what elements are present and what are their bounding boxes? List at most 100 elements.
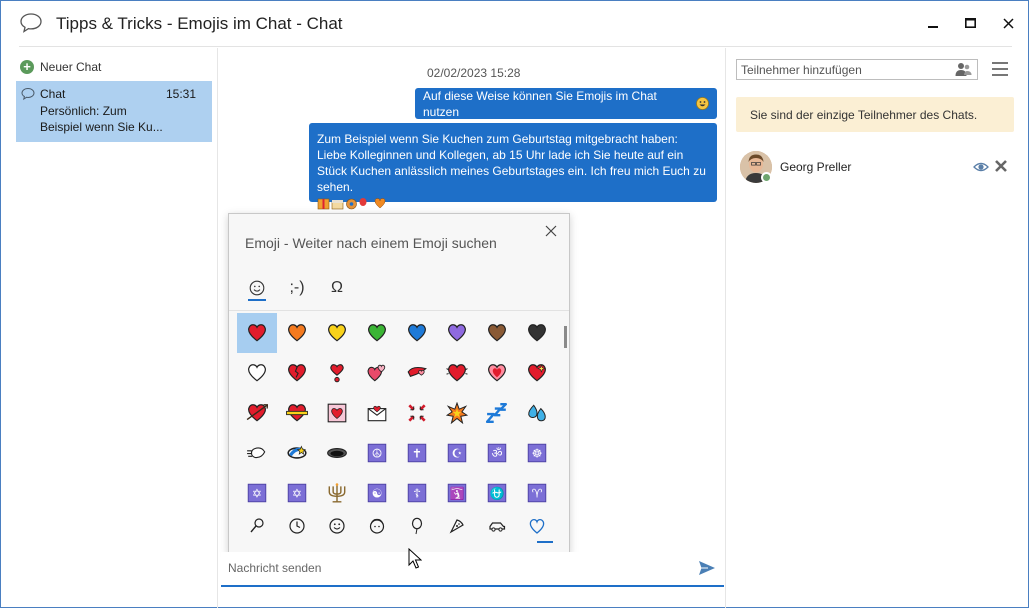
emoji-dotted-six-pointed-star[interactable]: ✡ [277, 473, 317, 507]
composer-focus-line [221, 585, 724, 587]
emoji-sweat-droplets[interactable] [517, 393, 553, 433]
emoji-blue-heart[interactable] [397, 313, 437, 353]
presence-status-badge [761, 172, 772, 183]
emoji-aries[interactable]: ♈ [517, 473, 553, 507]
chat-item-preview-line2: Beispiel wenn Sie Ku... [40, 120, 163, 134]
food-icon [449, 519, 464, 534]
emoji-heart-with-arrow[interactable] [237, 393, 277, 433]
emoji-red-heart[interactable] [237, 313, 277, 353]
blue-heart-icon [408, 324, 426, 342]
heart-decoration-icon [327, 403, 347, 423]
eye-icon[interactable] [973, 160, 989, 174]
category-search[interactable] [237, 512, 277, 540]
emoji-brown-heart[interactable] [477, 313, 517, 353]
growing-heart-icon [488, 364, 506, 382]
category-vehicle[interactable] [477, 512, 517, 540]
category-heart[interactable] [517, 512, 557, 540]
remove-icon[interactable] [994, 159, 1008, 173]
close-button[interactable] [990, 9, 1026, 37]
category-people[interactable] [357, 512, 397, 540]
chat-list-item[interactable]: Chat 15:31 Persönlich: Zum Beispiel wenn… [16, 81, 212, 142]
emoji-sparkling-heart[interactable] [517, 353, 553, 393]
red-heart-icon [248, 324, 266, 342]
send-icon[interactable] [698, 560, 716, 576]
emoji-star-of-david[interactable]: ✡ [237, 473, 277, 507]
category-smileys[interactable] [317, 512, 357, 540]
minimize-button[interactable] [915, 9, 951, 37]
message-input[interactable] [228, 558, 688, 578]
divider [217, 48, 218, 608]
emoji-om[interactable]: ॐ [477, 433, 517, 473]
emoji-place-of-worship[interactable]: 🛐 [437, 473, 477, 507]
svg-text:☦: ☦ [413, 487, 421, 501]
peace-symbol-icon: ☮ [367, 443, 387, 463]
emoji-latin-cross[interactable]: ✝ [397, 433, 437, 473]
emoji-hole[interactable] [317, 433, 357, 473]
emoji-zzz[interactable] [477, 393, 517, 433]
dotted-six-pointed-star-icon: ✡ [287, 483, 307, 503]
emoji-heart-with-ribbon[interactable] [277, 393, 317, 433]
divider [725, 48, 726, 608]
tab-symbols[interactable]: Ω [319, 270, 355, 306]
orthodox-cross-icon: ☦ [407, 483, 427, 503]
emoji-category-bar [237, 512, 553, 546]
emoji-white-heart[interactable] [237, 353, 277, 393]
chat-bubble-icon [21, 87, 35, 101]
category-recent[interactable] [277, 512, 317, 540]
new-chat-button[interactable]: + Neuer Chat [20, 58, 101, 76]
emoji-orange-heart[interactable] [277, 313, 317, 353]
emoji-black-heart[interactable] [517, 313, 553, 353]
chat-list-panel: + Neuer Chat Chat 15:31 Persönlich: Zum … [15, 53, 213, 608]
svg-text:☯: ☯ [372, 487, 383, 501]
maximize-button[interactable] [952, 9, 988, 37]
emoji-yin-yang[interactable]: ☯ [357, 473, 397, 507]
dizzy-icon [287, 445, 307, 459]
emoji-search-prompt[interactable]: Emoji - Weiter nach einem Emoji suchen [245, 235, 497, 251]
emoji-ophiuchus[interactable]: ⛎ [477, 473, 517, 507]
emoji-heart-decoration[interactable] [317, 393, 357, 433]
emoji-broken-heart[interactable] [277, 353, 317, 393]
close-icon[interactable] [543, 223, 559, 239]
emoji-heart-exclamation[interactable] [317, 353, 357, 393]
emoji-growing-heart[interactable] [477, 353, 517, 393]
emoji-dizzy[interactable] [277, 433, 317, 473]
purple-heart-icon [448, 324, 466, 342]
emoji-green-heart[interactable] [357, 313, 397, 353]
minimize-icon [928, 26, 938, 28]
tab-kaomoji[interactable]: ;-) [279, 270, 315, 306]
emoji-collision[interactable] [437, 393, 477, 433]
emoji-two-hearts[interactable] [357, 353, 397, 393]
category-balloon[interactable] [397, 512, 437, 540]
emoji-yellow-heart[interactable] [317, 313, 357, 353]
emoji-menorah[interactable] [317, 473, 357, 507]
scrollbar-thumb[interactable] [564, 326, 567, 348]
emoji-anger-symbol[interactable] [397, 393, 437, 433]
star-of-david-icon: ✡ [247, 483, 267, 503]
emoji-dashing-away[interactable] [237, 433, 277, 473]
message-text: Zum Beispiel wenn Sie Kuchen zum Geburts… [317, 132, 706, 194]
star-and-crescent-icon: ☪ [447, 443, 467, 463]
chat-item-name: Chat [40, 87, 66, 101]
search-icon [250, 518, 264, 533]
emoji-beating-heart[interactable] [437, 353, 477, 393]
emoji-revolving-hearts[interactable] [397, 353, 437, 393]
svg-text:ॐ: ॐ [491, 447, 502, 461]
menu-icon[interactable] [992, 61, 1008, 77]
om-icon: ॐ [487, 443, 507, 463]
people-icon[interactable] [955, 62, 972, 77]
emoji-orthodox-cross[interactable]: ☦ [397, 473, 437, 507]
mouse-pointer-icon [408, 548, 422, 569]
emoji-star-and-crescent[interactable]: ☪ [437, 433, 477, 473]
add-participant-input[interactable] [741, 62, 946, 78]
emoji-love-letter[interactable] [357, 393, 397, 433]
emoji-purple-heart[interactable] [437, 313, 477, 353]
emoji-peace-symbol[interactable]: ☮ [357, 433, 397, 473]
emoji-wheel-of-dharma[interactable]: ☸ [517, 433, 553, 473]
maximize-icon [964, 18, 976, 28]
plus-icon: + [20, 60, 34, 74]
new-chat-label: Neuer Chat [40, 60, 102, 74]
balloon-icon [411, 517, 423, 535]
category-food[interactable] [437, 512, 477, 540]
participant-row[interactable]: Georg Preller [740, 149, 1016, 187]
grinning-face-icon [696, 97, 709, 110]
